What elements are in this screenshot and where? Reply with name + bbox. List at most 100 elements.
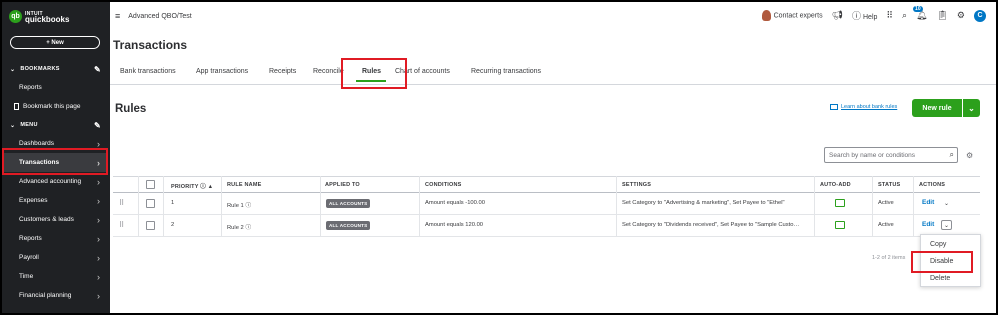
menu-item-copy[interactable]: Copy <box>930 241 946 248</box>
chevron-down-icon[interactable]: ⌄ <box>941 220 952 230</box>
gear-icon[interactable]: ⚙ <box>957 10 965 21</box>
pagination-text: 1-2 of 2 items <box>872 255 906 261</box>
clipboard-icon[interactable]: 📋︎ <box>936 10 947 21</box>
contact-experts-button[interactable]: Contact experts <box>761 10 823 21</box>
rule-name: Rule 1 <box>227 203 244 209</box>
sidebar-item-expenses[interactable]: Expenses › <box>2 191 108 210</box>
column-rule-name: RULE NAME <box>227 182 262 188</box>
top-bar: ≡ Advanced QBO/Test Contact experts 📢︎ ⓘ… <box>110 2 996 30</box>
column-settings: SETTINGS <box>622 182 652 188</box>
menu-toggle-icon[interactable]: ≡ <box>115 11 120 21</box>
column-divider <box>221 176 222 237</box>
sidebar-item-label: Advanced accounting <box>19 178 82 185</box>
sidebar-item-time[interactable]: Time › <box>2 267 108 286</box>
sidebar-item-payroll[interactable]: Payroll › <box>2 248 108 267</box>
edit-link[interactable]: Edit <box>922 221 934 228</box>
settings-cell: Set Category to "Advertising & marketing… <box>622 200 785 206</box>
tab-bar: Bank transactions App transactions Recei… <box>110 63 996 85</box>
column-actions: ACTIONS <box>919 182 946 188</box>
column-divider <box>138 176 139 237</box>
table-settings-gear-icon[interactable]: ⚙ <box>966 151 973 160</box>
search-icon[interactable]: ⌕ <box>950 150 954 160</box>
sort-asc-icon: ▲ <box>207 184 214 190</box>
chevron-right-icon: › <box>97 214 100 225</box>
search-icon[interactable]: ⌕ <box>902 10 907 21</box>
contact-experts-label: Contact experts <box>773 12 823 20</box>
menu-item-disable[interactable]: Disable <box>930 258 953 265</box>
top-bar-actions: Contact experts 📢︎ ⓘ Help ⠿ ⌕ 10 🔔︎ 📋︎ ⚙ … <box>761 6 986 22</box>
conditions-cell: Amount equals -100.00 <box>425 200 485 206</box>
edit-link[interactable]: Edit <box>922 199 934 206</box>
chevron-down-icon[interactable]: ⌄ <box>941 198 952 208</box>
notification-badge: 10 <box>913 6 923 12</box>
tab-bank-transactions[interactable]: Bank transactions <box>120 68 176 75</box>
table-row[interactable]: ⠿ 2 Rule 2 ⓘ ALL ACCOUNTS Amount equals … <box>113 215 980 237</box>
row-checkbox[interactable] <box>146 199 155 208</box>
column-conditions: CONDITIONS <box>425 182 462 188</box>
bookmark-icon <box>14 103 19 110</box>
quickbooks-logo[interactable]: qb INTUIT quickbooks <box>9 10 69 23</box>
user-avatar[interactable]: C <box>974 9 986 22</box>
active-tab-indicator <box>356 80 386 82</box>
search-placeholder: Search by name or conditions <box>829 151 915 159</box>
tab-chart-of-accounts[interactable]: Chart of accounts <box>395 68 450 75</box>
column-applied-to: APPLIED TO <box>325 182 360 188</box>
pencil-icon[interactable]: ✎ <box>94 65 101 74</box>
column-priority[interactable]: PRIORITY ⓘ ▲ <box>171 182 213 190</box>
tab-recurring-transactions[interactable]: Recurring transactions <box>471 68 541 75</box>
column-divider <box>814 176 815 237</box>
apps-grid-icon[interactable]: ⠿ <box>886 10 893 21</box>
sidebar-item-customers-leads[interactable]: Customers & leads › <box>2 210 108 229</box>
settings-cell: Set Category to "Dividends received", Se… <box>622 222 800 228</box>
chevron-right-icon: › <box>97 271 100 282</box>
tab-rules[interactable]: Rules <box>362 68 381 75</box>
sidebar-item-bookmark-this-page[interactable]: Bookmark this page <box>2 97 108 116</box>
sidebar-item-dashboards[interactable]: Dashboards › <box>2 134 108 153</box>
sidebar-item-financial-planning[interactable]: Financial planning › <box>2 286 108 305</box>
bookmarks-label: BOOKMARKS <box>20 66 60 72</box>
help-label: Help <box>863 14 878 21</box>
new-rule-button[interactable]: New rule ⌄ <box>912 99 980 117</box>
column-auto-add: AUTO-ADD <box>820 182 851 188</box>
sidebar-item-transactions[interactable]: Transactions › <box>2 153 108 172</box>
select-all-checkbox[interactable] <box>146 180 155 189</box>
help-button[interactable]: ⓘ Help <box>852 9 877 22</box>
sidebar-item-label: Financial planning <box>19 292 72 299</box>
pencil-icon[interactable]: ✎ <box>94 121 101 130</box>
sidebar-item-reports[interactable]: Reports › <box>2 229 108 248</box>
sidebar-item-label: Reports <box>19 235 42 242</box>
status-cell: Active <box>878 222 894 228</box>
search-input[interactable]: Search by name or conditions ⌕ <box>824 147 958 163</box>
auto-add-icon <box>835 221 845 229</box>
column-divider <box>872 176 873 237</box>
sidebar-item-label: Bookmark this page <box>23 103 81 110</box>
drag-handle-icon[interactable]: ⠿ <box>119 221 124 229</box>
sidebar-item-label: Dashboards <box>19 140 55 147</box>
sidebar-item-reports-bookmark[interactable]: Reports <box>2 78 108 97</box>
menu-section-header[interactable]: ⌄ MENU ✎ <box>2 118 110 132</box>
new-button[interactable]: + New <box>10 36 100 49</box>
notifications-button[interactable]: 10 🔔︎ <box>913 6 927 21</box>
rules-heading: Rules <box>115 103 147 115</box>
company-name: Advanced QBO/Test <box>128 12 192 20</box>
column-priority-label: PRIORITY <box>171 184 199 190</box>
bookmarks-section-header[interactable]: ⌄ BOOKMARKS ✎ <box>2 62 110 76</box>
sidebar-item-label: Payroll <box>19 254 39 261</box>
chevron-down-icon: ⌄ <box>10 122 16 129</box>
menu-item-delete[interactable]: Delete <box>930 275 950 282</box>
row-checkbox[interactable] <box>146 221 155 230</box>
sidebar: qb INTUIT quickbooks + New ⌄ BOOKMARKS ✎… <box>2 2 110 313</box>
auto-add-icon <box>835 199 845 207</box>
drag-handle-icon[interactable]: ⠿ <box>119 199 124 207</box>
megaphone-icon[interactable]: 📢︎ <box>832 10 843 21</box>
chevron-down-icon[interactable]: ⌄ <box>962 99 980 117</box>
tab-receipts[interactable]: Receipts <box>269 68 296 75</box>
learn-link-label: Learn about bank rules <box>841 104 898 110</box>
table-row[interactable]: ⠿ 1 Rule 1 ⓘ ALL ACCOUNTS Amount equals … <box>113 193 980 215</box>
tab-app-transactions[interactable]: App transactions <box>196 68 248 75</box>
tab-reconcile[interactable]: Reconcile <box>313 68 344 75</box>
sidebar-item-advanced-accounting[interactable]: Advanced accounting › <box>2 172 108 191</box>
logo-product: quickbooks <box>25 14 70 24</box>
learn-about-bank-rules-link[interactable]: Learn about bank rules <box>830 104 897 110</box>
chevron-right-icon: › <box>97 195 100 206</box>
